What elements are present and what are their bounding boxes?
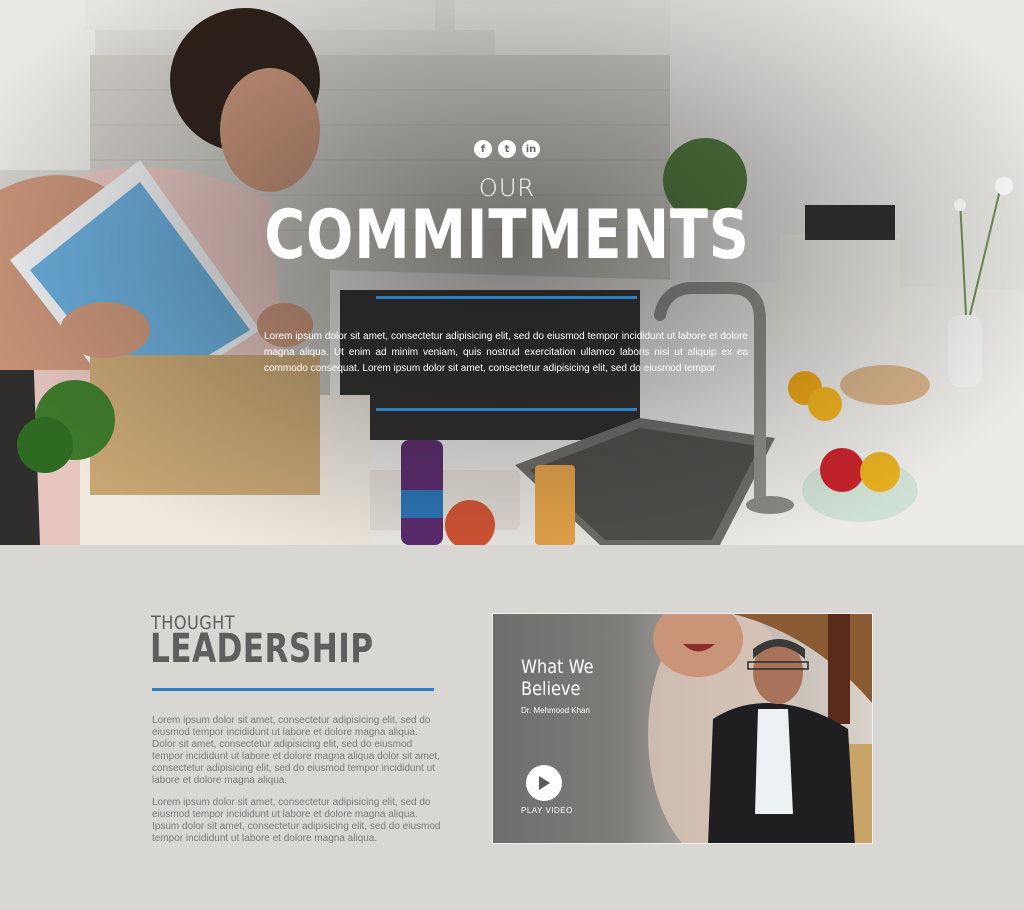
section-title: LEADERSHIP (150, 626, 374, 672)
section-divider (152, 688, 434, 691)
facebook-icon[interactable]: f (474, 140, 492, 158)
video-card[interactable]: What We Believe Dr. Mehmood Khan PLAY VI… (492, 613, 873, 844)
hero-divider-top (376, 296, 637, 299)
video-title: What We Believe (521, 656, 594, 700)
hero-divider-bottom (376, 408, 637, 411)
play-button[interactable] (526, 765, 562, 801)
play-video-label[interactable]: PLAY VIDEO (521, 806, 573, 815)
hero-banner: f t in OUR COMMITMENTS Lorem ipsum dolor… (0, 0, 1024, 545)
hero-body-text: Lorem ipsum dolor sit amet, consectetur … (264, 331, 748, 374)
twitter-icon[interactable]: t (498, 140, 516, 158)
play-icon (539, 776, 550, 790)
video-author: Dr. Mehmood Khan (521, 706, 590, 715)
linkedin-icon[interactable]: in (522, 140, 540, 158)
social-links: f t in (474, 140, 540, 158)
section-paragraph: Lorem ipsum dolor sit amet, consectetur … (152, 797, 441, 844)
hero-title: COMMITMENTS (264, 196, 750, 275)
section-paragraph: Lorem ipsum dolor sit amet, consectetur … (152, 715, 440, 786)
